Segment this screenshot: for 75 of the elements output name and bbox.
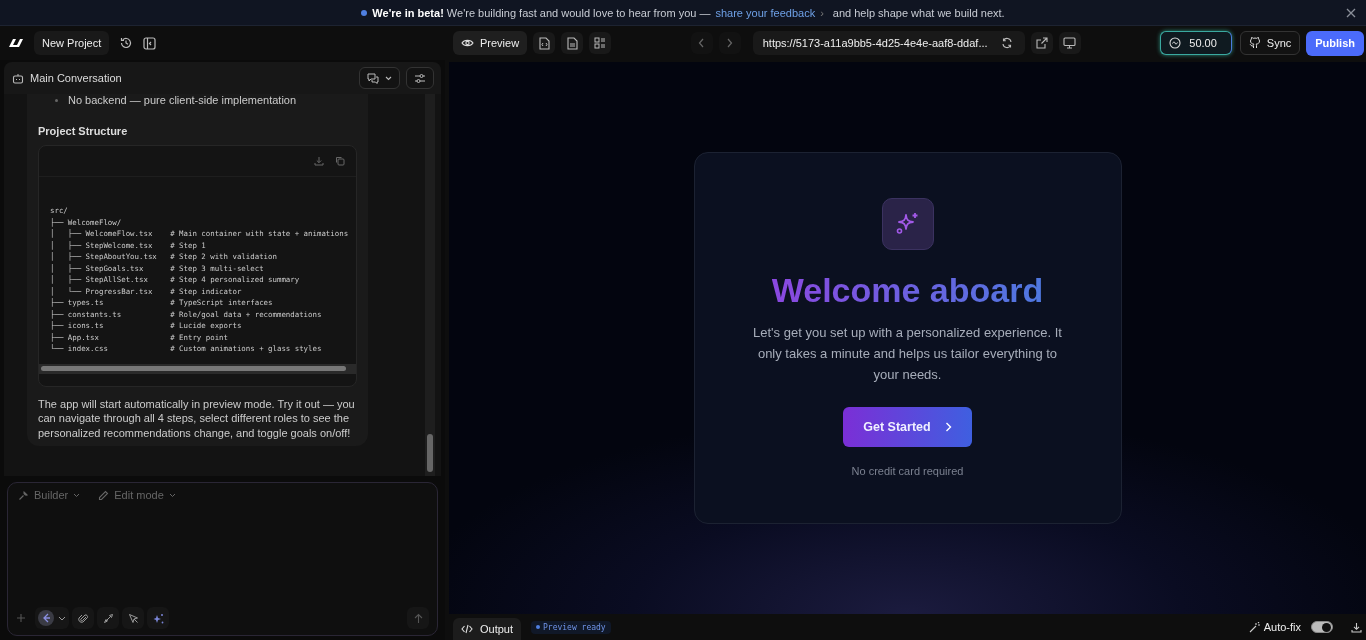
chevron-icon: › [820, 6, 824, 19]
document-button[interactable] [561, 32, 584, 54]
github-icon [1248, 37, 1261, 49]
sparkles-icon [881, 198, 934, 250]
sparkles-icon [152, 612, 164, 624]
banner-text: and help shape what we build next. [832, 6, 1005, 19]
code-file-button[interactable] [533, 32, 556, 54]
send-button[interactable] [407, 607, 429, 629]
get-started-button[interactable]: Get Started [843, 407, 972, 447]
conversations-dropdown[interactable] [359, 67, 400, 89]
attach-button[interactable] [72, 607, 94, 629]
chevron-down-icon [385, 75, 392, 81]
bullet-icon [55, 98, 58, 102]
logo-icon[interactable] [8, 38, 24, 48]
monitor-icon [1063, 37, 1077, 49]
note-text: No credit card required [851, 465, 964, 477]
chat-bubbles-icon [367, 72, 379, 84]
horizontal-scrollbar[interactable] [39, 363, 356, 374]
model-icon [38, 610, 54, 626]
vertical-scrollbar[interactable] [425, 94, 435, 476]
wrench-icon [18, 489, 29, 501]
back-icon [698, 38, 706, 48]
url-field[interactable]: https://5173-a11a9bb5-4d25-4e4e-aaf8-ddaf... [752, 31, 1025, 55]
bot-icon [12, 72, 24, 84]
credits-button[interactable]: 50.00 [1160, 31, 1232, 55]
chevron-down-icon [73, 492, 81, 498]
external-link-button[interactable] [1030, 32, 1053, 54]
status-badge: Preview ready [531, 620, 611, 634]
paperclip-icon [77, 612, 89, 624]
close-icon[interactable] [1346, 8, 1356, 18]
status-dot [361, 9, 368, 16]
code-icon [461, 624, 473, 634]
conversation-title: Main Conversation [30, 72, 122, 84]
chevron-right-icon [944, 422, 952, 432]
banner-text: We're in beta! We're building fast and would love to hear from you — [372, 6, 711, 19]
document-icon [566, 36, 578, 50]
chevron-down-icon [58, 615, 66, 621]
scrollbar-thumb[interactable] [41, 366, 346, 371]
autofix-label: Auto-fix [1263, 621, 1301, 633]
layout-list-button[interactable] [589, 32, 612, 54]
cursor-icon [127, 612, 139, 624]
select-element-button[interactable] [122, 607, 144, 629]
list-item-text: No backend — pure client-side implementation [68, 94, 297, 106]
output-tab[interactable]: Output [453, 618, 522, 640]
section-heading: Project Structure [38, 125, 129, 137]
autofix-toggle[interactable] [1311, 621, 1333, 633]
publish-button[interactable]: Publish [1306, 30, 1364, 56]
feedback-link[interactable]: share your feedback [715, 6, 816, 19]
arrow-up-icon [413, 612, 423, 624]
monitor-button[interactable] [1058, 32, 1081, 54]
preview-tab[interactable]: Preview [453, 31, 528, 55]
scrollbar-thumb[interactable] [427, 434, 433, 472]
model-selector[interactable] [35, 607, 69, 629]
chevron-down-icon [168, 492, 176, 498]
sync-button[interactable]: Sync [1239, 31, 1301, 55]
code-file-icon [538, 36, 550, 50]
eye-icon [461, 38, 474, 48]
welcome-subtitle: Let's get you set up with a personalized experience. It only takes a minute and helps us tailor everything to your needs. [752, 324, 1063, 384]
enhance-button[interactable] [147, 607, 169, 629]
forward-button[interactable] [718, 32, 741, 54]
external-link-icon [1035, 37, 1048, 49]
message-paragraph: The app will start automatically in preview mode. Try it out — you can navigate through all 4 steps, select different roles to see the personalized recommendations change, and toggle goals on/off! [38, 396, 356, 440]
refresh-icon[interactable] [1000, 37, 1013, 49]
copy-icon[interactable] [335, 156, 345, 166]
magic-wand-icon [1248, 621, 1260, 633]
sliders-icon [414, 72, 426, 84]
pencil-icon [98, 489, 110, 501]
layout-list-icon [594, 37, 607, 49]
sidebar-toggle-icon[interactable] [143, 36, 157, 50]
coin-icon [1169, 37, 1182, 49]
history-icon[interactable] [119, 36, 134, 50]
project-name-button[interactable]: New Project [34, 31, 110, 55]
settings-button[interactable] [406, 67, 434, 89]
forward-icon [726, 38, 734, 48]
back-button[interactable] [690, 32, 713, 54]
